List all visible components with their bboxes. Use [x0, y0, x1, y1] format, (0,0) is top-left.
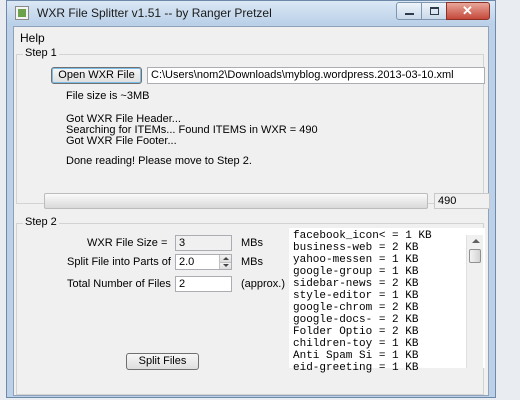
file-size-unit: MBs: [241, 237, 263, 249]
step2-label: Step 2: [23, 216, 59, 228]
menu-bar: Help: [14, 27, 488, 46]
minimize-button[interactable]: [396, 2, 422, 20]
list-item: style-editor = 1 KB: [293, 290, 419, 302]
list-item: business-web = 2 KB: [293, 242, 419, 254]
file-size-text: File size is ~3MB: [66, 90, 150, 102]
app-window: WXR File Splitter v1.51 -- by Ranger Pre…: [6, 0, 496, 398]
arrow-down-icon: [223, 264, 229, 267]
close-icon: ✕: [462, 3, 473, 18]
file-size-label: WXR File Size =: [87, 237, 168, 249]
menu-item-help[interactable]: Help: [20, 31, 45, 45]
list-item: yahoo-messen = 1 KB: [293, 254, 419, 266]
maximize-icon: [430, 7, 439, 15]
split-size-stepper[interactable]: 2.0: [175, 254, 232, 270]
scroll-thumb[interactable]: [469, 249, 481, 263]
list-item: Anti Spam Si = 1 KB: [293, 350, 419, 362]
list-item: sidebar-news = 2 KB: [293, 278, 419, 290]
arrow-up-icon: [223, 257, 229, 260]
split-size-unit: MBs: [241, 256, 263, 268]
items-count-field: 490: [434, 193, 490, 209]
split-files-button[interactable]: Split Files: [126, 353, 199, 370]
file-path-field[interactable]: C:\Users\nom2\Downloads\myblog.wordpress…: [147, 67, 485, 84]
list-item: eid-greeting = 1 KB: [293, 362, 419, 374]
list-item: google-chrom = 2 KB: [293, 302, 419, 314]
scroll-up-icon[interactable]: [472, 239, 480, 243]
log-line: Done reading! Please move to Step 2.: [66, 155, 252, 167]
log-line: Got WXR File Footer...: [66, 135, 177, 147]
step1-label: Step 1: [23, 47, 59, 59]
list-item: children-toy = 1 KB: [293, 338, 419, 350]
split-size-label: Split File into Parts of: [67, 256, 171, 268]
file-list-scrollbar[interactable]: [466, 235, 483, 368]
total-files-label: Total Number of Files: [67, 278, 171, 290]
client-area: Help Step 1 Open WXR File C:\Users\nom2\…: [13, 26, 490, 396]
window-title: WXR File Splitter v1.51 -- by Ranger Pre…: [37, 6, 272, 20]
stepper-down-button[interactable]: [219, 262, 231, 269]
file-list[interactable]: facebook_icon< = 1 KB business-web = 2 K…: [289, 228, 485, 374]
split-size-value: 2.0: [179, 256, 195, 268]
list-item: facebook_icon< = 1 KB: [293, 230, 432, 242]
title-bar[interactable]: WXR File Splitter v1.51 -- by Ranger Pre…: [7, 1, 495, 25]
file-size-field: 3: [175, 235, 232, 251]
app-icon: [15, 6, 29, 20]
maximize-button[interactable]: [421, 2, 447, 20]
list-item: google-docs- = 2 KB: [293, 314, 419, 326]
progress-bar: [44, 193, 428, 209]
stepper-up-button[interactable]: [219, 255, 231, 262]
close-button[interactable]: ✕: [446, 2, 490, 20]
total-files-unit: (approx.): [241, 278, 286, 290]
open-wxr-file-button[interactable]: Open WXR File: [51, 67, 142, 84]
list-item: Folder Optio = 2 KB: [293, 326, 419, 338]
list-item: google-group = 1 KB: [293, 266, 419, 278]
minimize-icon: [405, 13, 414, 15]
total-files-field[interactable]: 2: [175, 276, 232, 292]
